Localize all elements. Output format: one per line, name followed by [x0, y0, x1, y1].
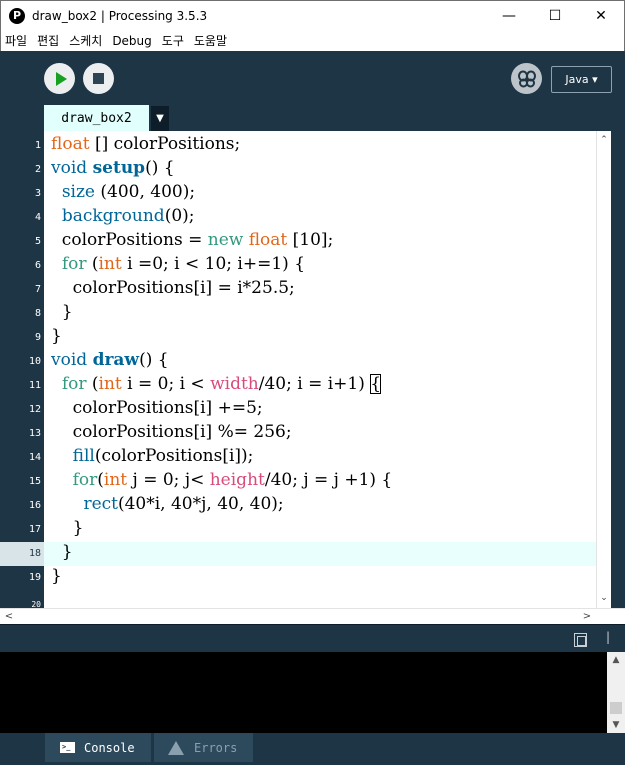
- line-number: 19: [28, 572, 41, 583]
- console-scroll-down-icon[interactable]: ▼: [607, 717, 625, 733]
- scroll-up-arrow-icon[interactable]: ⌃: [597, 133, 611, 147]
- tab-console-label: Console: [84, 740, 135, 755]
- tab-errors[interactable]: Errors: [154, 733, 253, 762]
- editor-horizontal-scrollbar[interactable]: < >: [0, 608, 625, 624]
- stop-button[interactable]: [83, 63, 114, 94]
- line-number: 4: [34, 212, 41, 223]
- line-number: 11: [28, 380, 41, 391]
- code-line: }: [51, 326, 62, 346]
- code-text-area[interactable]: float [] colorPositions; void setup() { …: [44, 131, 596, 608]
- maximize-button[interactable]: ☐: [532, 1, 578, 30]
- warning-icon: [168, 740, 184, 755]
- line-number: 3: [34, 188, 41, 199]
- tab-console[interactable]: >_ Console: [45, 733, 151, 762]
- line-number: 10: [28, 356, 41, 367]
- code-line: rect(40*i, 40*j, 40, 40);: [83, 494, 284, 514]
- code-line: }: [51, 302, 73, 322]
- code-line: fill(colorPositions[i]);: [72, 446, 254, 466]
- tab-draw-box2[interactable]: draw_box2: [44, 105, 149, 131]
- processing-logo-icon: P: [9, 7, 25, 24]
- code-line: for (int i =0; i < 10; i+=1) {: [61, 254, 306, 274]
- line-number: 13: [28, 428, 41, 439]
- code-line: void draw() {: [51, 350, 169, 370]
- code-line: void setup() {: [51, 158, 175, 178]
- line-number: 1: [34, 140, 41, 151]
- mode-selector[interactable]: Java ▾: [551, 66, 612, 93]
- console-scroll-up-icon[interactable]: ▲: [607, 652, 625, 668]
- scroll-right-arrow-icon[interactable]: >: [580, 609, 594, 624]
- code-line: colorPositions = new float [10];: [51, 230, 334, 250]
- line-number: 8: [34, 308, 41, 319]
- scroll-down-arrow-icon[interactable]: ⌄: [597, 591, 611, 605]
- menu-sketch[interactable]: 스케치: [69, 32, 102, 49]
- line-number-current: 18: [0, 542, 44, 566]
- line-number: 7: [34, 284, 41, 295]
- title-bar: P draw_box2 | Processing 3.5.3 — ☐ ✕: [0, 0, 625, 30]
- console-icon: >_: [60, 742, 75, 753]
- tab-errors-label: Errors: [194, 740, 238, 755]
- line-number: 9: [34, 332, 41, 343]
- current-line-highlight: [44, 542, 596, 566]
- tab-menu-button[interactable]: ▼: [151, 106, 169, 131]
- menu-file[interactable]: 파일: [5, 32, 27, 49]
- run-button[interactable]: [44, 63, 75, 94]
- code-editor: 1 2 3 4 5 6 7 8 9 10 11 12 13 14 15 16 1…: [0, 131, 625, 608]
- line-number: 17: [28, 524, 41, 535]
- menu-debug[interactable]: Debug: [112, 34, 151, 48]
- console-menu-icon[interactable]: |: [606, 630, 610, 644]
- menu-edit[interactable]: 편집: [37, 32, 59, 49]
- toolbar: Java ▾: [0, 51, 625, 105]
- window-title: draw_box2 | Processing 3.5.3: [32, 8, 208, 23]
- line-number: 6: [34, 260, 41, 271]
- line-number: 2: [34, 164, 41, 175]
- menu-tools[interactable]: 도구: [162, 32, 184, 49]
- matched-bracket: {: [370, 374, 382, 394]
- line-number: 20: [31, 600, 41, 608]
- line-number-gutter: 1 2 3 4 5 6 7 8 9 10 11 12 13 14 15 16 1…: [0, 131, 44, 608]
- tab-strip: draw_box2 ▼: [0, 105, 625, 131]
- console-scroll-thumb[interactable]: [610, 702, 622, 714]
- code-line: }: [51, 566, 62, 586]
- minimize-button[interactable]: —: [486, 1, 532, 30]
- code-line: colorPositions[i] +=5;: [51, 398, 263, 418]
- line-number: 12: [28, 404, 41, 415]
- line-number: 5: [34, 236, 41, 247]
- close-button[interactable]: ✕: [578, 1, 624, 30]
- code-line: }: [51, 518, 84, 538]
- code-line: colorPositions[i] = i*25.5;: [51, 278, 295, 298]
- code-line: background(0);: [61, 206, 195, 226]
- code-line: for(int j = 0; j< height/40; j = j +1) {: [72, 470, 393, 490]
- line-number: 16: [28, 500, 41, 511]
- scroll-left-arrow-icon[interactable]: <: [2, 609, 16, 624]
- editor-vertical-scrollbar[interactable]: ⌃ ⌄: [596, 131, 611, 608]
- console-output[interactable]: ▲ ▼: [0, 652, 625, 733]
- debug-button[interactable]: [511, 63, 542, 94]
- console-header: |: [0, 624, 625, 652]
- code-line: for (int i = 0; i < width/40; i = i+1) {: [61, 374, 382, 394]
- code-line: size (400, 400);: [61, 182, 196, 202]
- editor-right-strip: [611, 131, 625, 608]
- line-number: 15: [28, 476, 41, 487]
- menu-bar: 파일 편집 스케치 Debug 도구 도움말: [0, 30, 625, 51]
- window-controls: — ☐ ✕: [486, 1, 624, 30]
- copy-icon[interactable]: [574, 633, 587, 647]
- stop-icon: [93, 73, 104, 84]
- code-line-current: }: [51, 542, 73, 562]
- menu-help[interactable]: 도움말: [194, 32, 227, 49]
- play-icon: [55, 71, 67, 86]
- line-number: 14: [28, 452, 41, 463]
- code-line: float [] colorPositions;: [51, 134, 241, 154]
- console-vertical-scrollbar[interactable]: ▲ ▼: [607, 652, 625, 733]
- code-line: colorPositions[i] %= 256;: [51, 422, 292, 442]
- butterfly-icon: [517, 70, 536, 87]
- bottom-tab-bar: >_ Console Errors: [0, 733, 625, 765]
